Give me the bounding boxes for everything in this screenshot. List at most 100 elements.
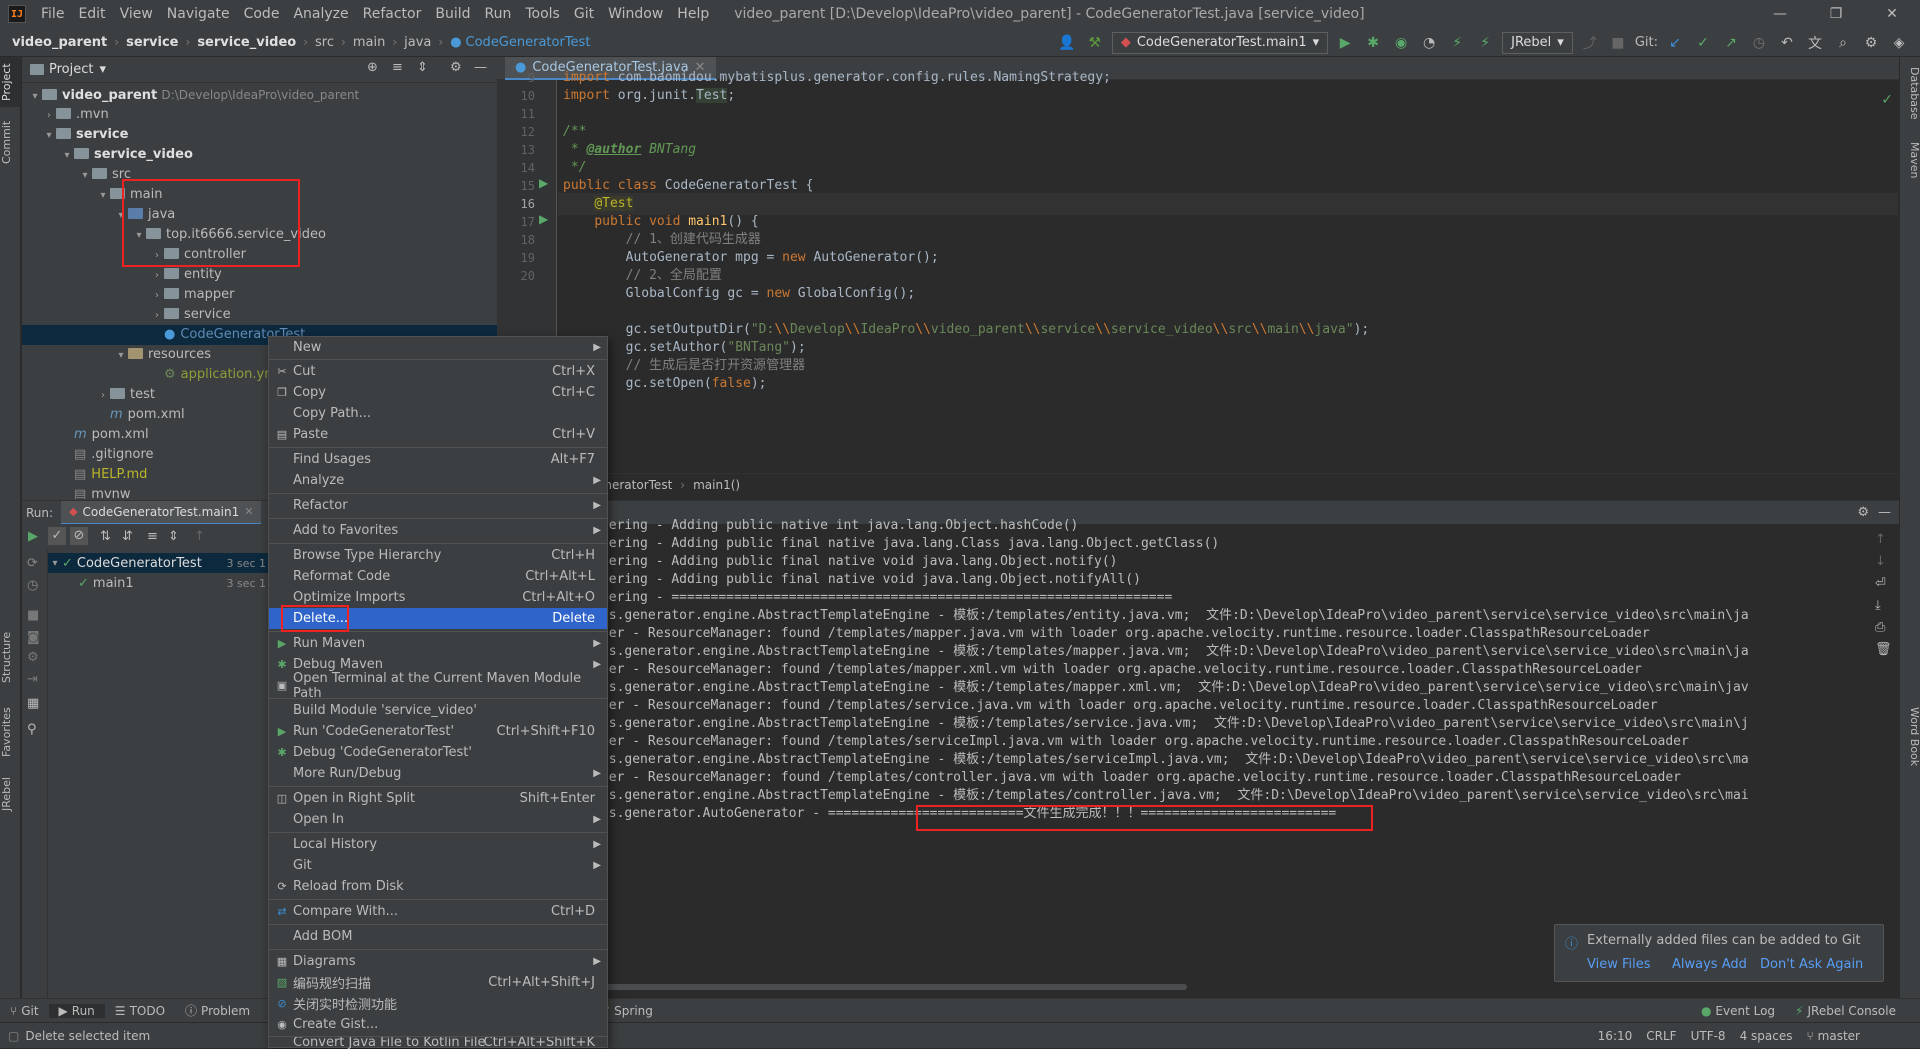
menu-file[interactable]: File: [34, 6, 71, 22]
close-icon[interactable]: ✕: [244, 505, 253, 518]
menu-item-copy[interactable]: ❐ Copy Ctrl+C: [269, 382, 607, 403]
run-gutter-icon[interactable]: ▶: [539, 212, 548, 226]
close-icon[interactable]: ✕: [1864, 0, 1920, 28]
breadcrumb-item[interactable]: video_parent: [12, 35, 107, 50]
settings-icon[interactable]: ⚙: [27, 650, 39, 665]
collapse-all-icon[interactable]: ⇕: [168, 529, 179, 544]
menu-window[interactable]: Window: [601, 6, 670, 22]
breadcrumb-item[interactable]: service: [126, 35, 178, 50]
dont-ask-again-link[interactable]: Don't Ask Again: [1760, 957, 1863, 972]
trash-icon[interactable]: 🗑: [1875, 642, 1892, 657]
down-icon[interactable]: ↓: [1875, 554, 1886, 569]
menu-help[interactable]: Help: [670, 6, 716, 22]
up-icon[interactable]: ↑: [1875, 532, 1886, 547]
gear-icon[interactable]: ⚙: [1860, 32, 1882, 54]
menu-tools[interactable]: Tools: [518, 6, 567, 22]
menu-item-more-run-debug[interactable]: More Run/Debug ▶: [269, 763, 607, 784]
tree-node[interactable]: ▾ service_video: [22, 145, 497, 165]
menu-item-copy-path[interactable]: Copy Path...: [269, 403, 607, 424]
rerun-icon[interactable]: ▶: [28, 529, 38, 544]
test-row[interactable]: ✓ main1 3 sec 1: [48, 573, 270, 593]
menu-git[interactable]: Git: [567, 6, 601, 22]
tab-database[interactable]: Database: [1900, 63, 1920, 123]
locate-icon[interactable]: ⊕: [367, 60, 378, 75]
menu-item-local-history[interactable]: Local History ▶: [269, 834, 607, 855]
tab-jrebel[interactable]: JRebel: [0, 767, 21, 822]
menu-item-add-to-favorites[interactable]: Add to Favorites ▶: [269, 520, 607, 541]
layout-icon[interactable]: ▦: [27, 696, 39, 711]
scroll-to-end-icon[interactable]: ⤓: [1875, 598, 1881, 613]
camera-icon[interactable]: ◙: [27, 630, 40, 645]
expand-all-icon[interactable]: ≡: [147, 529, 158, 544]
tree-node[interactable]: › service: [22, 305, 497, 325]
pin-icon[interactable]: ⚲: [27, 722, 37, 737]
line-separator[interactable]: CRLF: [1646, 1029, 1676, 1043]
previous-icon[interactable]: ↑: [194, 529, 205, 544]
tree-node[interactable]: ▾ service: [22, 125, 497, 145]
menu-item-analyze[interactable]: Analyze ▶: [269, 470, 607, 491]
run-tab[interactable]: ◆ CodeGeneratorTest.main1 ✕: [61, 500, 262, 525]
search-icon[interactable]: ⌕: [1832, 32, 1854, 54]
menu-refactor[interactable]: Refactor: [356, 6, 429, 22]
build-hammer-icon[interactable]: ⚒: [1084, 32, 1106, 54]
run-gutter-icon[interactable]: ▶: [539, 176, 548, 190]
caret-position[interactable]: 16:10: [1598, 1029, 1633, 1043]
indent-setting[interactable]: 4 spaces: [1740, 1029, 1793, 1043]
menu-item-add-bom[interactable]: Add BOM: [269, 926, 607, 947]
menu-item-code-scan[interactable]: ▨ 编码规约扫描 Ctrl+Alt+Shift+J: [269, 972, 607, 993]
menu-analyze[interactable]: Analyze: [286, 6, 355, 22]
stop-icon[interactable]: ■: [27, 608, 39, 623]
export-icon[interactable]: ⇥: [27, 672, 38, 687]
menu-build[interactable]: Build: [428, 6, 477, 22]
menu-item-create-gist[interactable]: ◉ Create Gist...: [269, 1014, 607, 1035]
tab-word-book[interactable]: Word Book: [1900, 697, 1920, 777]
breadcrumb-item[interactable]: src: [315, 35, 334, 50]
menu-view[interactable]: View: [113, 6, 160, 22]
tree-node[interactable]: › .mvn: [22, 105, 497, 125]
git-update-icon[interactable]: ↙: [1664, 32, 1686, 54]
tab-event-log[interactable]: ● Event Log: [1691, 1004, 1785, 1018]
menu-edit[interactable]: Edit: [71, 6, 112, 22]
show-ignored-icon[interactable]: ⊘: [70, 527, 88, 545]
tab-todo[interactable]: ☰ TODO: [105, 1004, 175, 1018]
profile-icon[interactable]: ◔: [1418, 32, 1440, 54]
coverage-icon[interactable]: ◉: [1390, 32, 1412, 54]
update-icon[interactable]: ⤴: [1579, 32, 1601, 54]
tab-git[interactable]: ⑂ Git: [0, 1004, 49, 1018]
stop-icon[interactable]: ■: [1607, 32, 1629, 54]
rollback-icon[interactable]: ↶: [1776, 32, 1798, 54]
sort-duration-icon[interactable]: ⇵: [122, 529, 133, 544]
jrebel-selector[interactable]: JRebel ▾: [1502, 31, 1573, 54]
breadcrumb-item[interactable]: main1(): [693, 478, 740, 492]
breadcrumb-item[interactable]: eneratorTest: [597, 478, 672, 492]
menu-item-reload-from-disk[interactable]: ⟳ Reload from Disk: [269, 876, 607, 897]
menu-item-new[interactable]: New ▶: [269, 337, 607, 358]
menu-item-build-module[interactable]: Build Module 'service_video': [269, 700, 607, 721]
hide-icon[interactable]: —: [474, 60, 487, 75]
tab-problems[interactable]: ⓘ Problem: [175, 1002, 260, 1019]
menu-item-run-maven[interactable]: ▶ Run Maven ▶: [269, 633, 607, 654]
tab-structure[interactable]: Structure: [0, 622, 21, 692]
expand-all-icon[interactable]: ≡: [392, 60, 403, 75]
chevron-down-icon[interactable]: ▾: [99, 62, 106, 77]
tab-run[interactable]: ▶ Run: [48, 1003, 105, 1018]
gear-icon[interactable]: ⚙: [450, 60, 462, 75]
menu-item-run-test[interactable]: ▶ Run 'CodeGeneratorTest' Ctrl+Shift+F10: [269, 721, 607, 742]
menu-navigate[interactable]: Navigate: [160, 6, 237, 22]
git-commit-icon[interactable]: ✓: [1692, 32, 1714, 54]
debug-icon[interactable]: ✱: [1362, 32, 1384, 54]
run-config-selector[interactable]: ◆ CodeGeneratorTest.main1 ▾: [1111, 31, 1329, 54]
tab-jrebel-console[interactable]: ⚡ JRebel Console: [1785, 1004, 1906, 1018]
test-row[interactable]: ▾ ✓ CodeGeneratorTest 3 sec 1: [48, 553, 270, 573]
tab-favorites[interactable]: Favorites: [0, 697, 21, 767]
menu-item-browse-type-hierarchy[interactable]: Browse Type Hierarchy Ctrl+H: [269, 545, 607, 566]
menu-item-cut[interactable]: ✂ Cut Ctrl+X: [269, 361, 607, 382]
breadcrumb-item[interactable]: main: [353, 35, 385, 50]
menu-item-convert-kotlin[interactable]: Convert Java File to Kotlin File Ctrl+Alt…: [269, 1037, 607, 1049]
tree-node[interactable]: ▾ video_parent D:\Develop\IdeaPro\video_p…: [22, 85, 497, 105]
menu-run[interactable]: Run: [478, 6, 519, 22]
git-branch[interactable]: master: [1818, 1029, 1860, 1043]
code-editor[interactable]: 9 10 11 12 13 14 15 16 17 18 19 20 ▶ ▶ i…: [497, 70, 1899, 473]
show-passed-icon[interactable]: ✓: [48, 527, 66, 545]
menu-item-open-terminal[interactable]: ▣ Open Terminal at the Current Maven Modu…: [269, 671, 607, 701]
